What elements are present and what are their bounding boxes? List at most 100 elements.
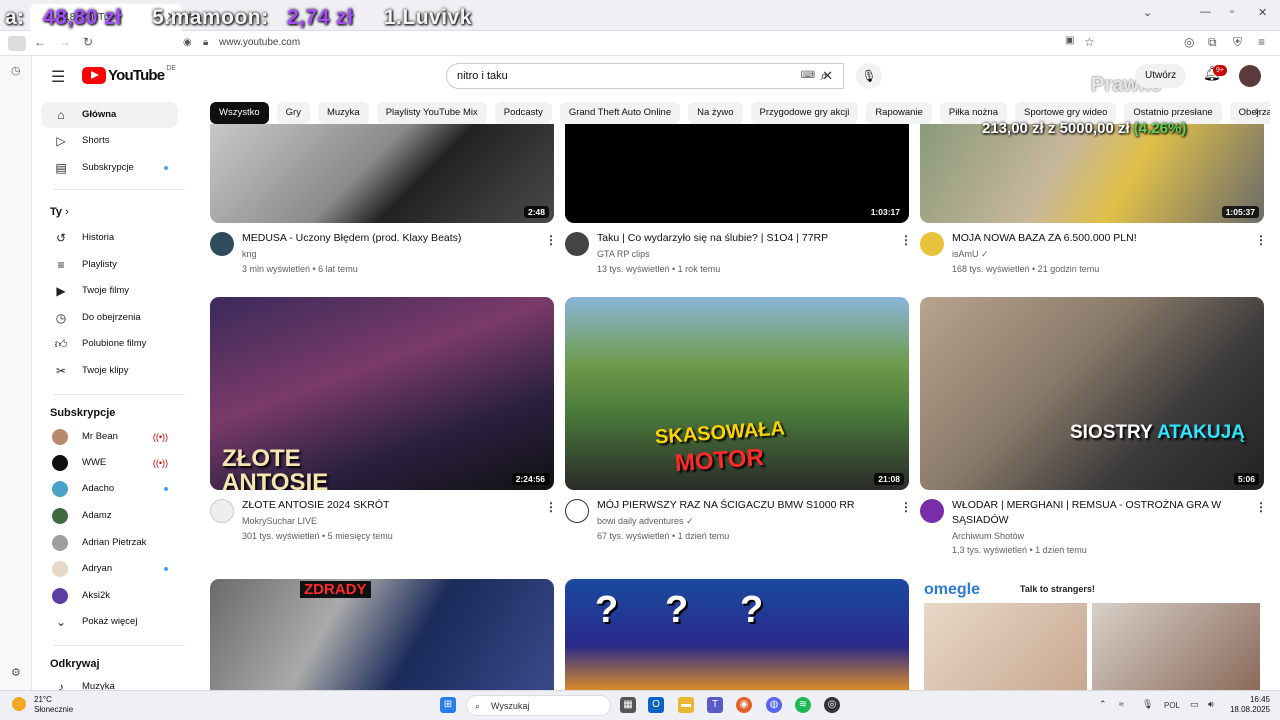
chip-watched[interactable]: Obejrzane [1229, 102, 1270, 124]
channel-name[interactable]: GTA RP clips [597, 249, 650, 259]
channel-avatar[interactable] [210, 499, 234, 523]
volume-icon[interactable]: 🔊︎ [1208, 699, 1214, 710]
more-options-icon[interactable]: ⋮ [900, 233, 912, 247]
shield-icon[interactable]: ◉ [183, 37, 192, 48]
channel-avatar[interactable] [920, 232, 944, 256]
sidebar-sub-adamz[interactable]: Adamz [41, 503, 178, 529]
chip-podcasts[interactable]: Podcasty [494, 102, 552, 124]
video-thumbnail[interactable]: SIOSTRY ATAKUJĄ 5:06 [920, 297, 1264, 490]
maximize-icon[interactable]: ▫ [1230, 6, 1234, 18]
sidebar-item-clips[interactable]: ✂ Twoje klipy [41, 358, 178, 384]
channel-name[interactable]: kng [242, 249, 257, 259]
sidebar-sub-mr-bean[interactable]: Mr Bean ((•)) [41, 424, 178, 450]
sidebar-item-home[interactable]: ⌂ Główna [41, 102, 178, 128]
channel-name[interactable]: bowi daily adventures ✓ [597, 516, 694, 527]
video-title[interactable]: WŁODAR | MERGHANI | REMSUA - OSTROŻNA GR… [952, 498, 1242, 528]
obs-icon[interactable]: ◎ [824, 697, 840, 713]
sidebar-item-your-videos[interactable]: ▶ Twoje filmy [41, 278, 178, 304]
chip-gta[interactable]: Grand Theft Auto Online [559, 102, 681, 124]
video-title[interactable]: Taku | Co wydarzyło się na ślubie? | S1O… [597, 231, 887, 246]
network-icon[interactable]: ≈ [1119, 699, 1124, 709]
address-bar[interactable]: www.youtube.com [219, 37, 300, 48]
more-options-icon[interactable]: ⋮ [1255, 233, 1267, 247]
discord-icon[interactable]: ◍ [766, 697, 782, 713]
channel-avatar[interactable] [210, 232, 234, 256]
video-thumbnail[interactable]: 1:03:17 [565, 124, 909, 223]
sidebar-sub-adrian-pietrzak[interactable]: Adrian Pietrzak [41, 530, 178, 556]
more-options-icon[interactable]: ⋮ [545, 500, 557, 514]
video-thumbnail[interactable]: ? ? ? [565, 579, 909, 690]
channel-avatar[interactable] [565, 499, 589, 523]
chip-games[interactable]: Gry [276, 102, 310, 124]
search-button[interactable]: ⌕ [806, 63, 842, 89]
sidebar-sub-wwe[interactable]: WWE ((•)) [41, 450, 178, 476]
sidebar-item-playlists[interactable]: ≡ Playlisty [41, 252, 178, 278]
channel-avatar[interactable] [920, 499, 944, 523]
search-input[interactable]: nitro i taku ⌨ ✕ [446, 63, 844, 89]
channel-avatar[interactable] [565, 232, 589, 256]
more-options-icon[interactable]: ⋮ [545, 233, 557, 247]
firefox-icon[interactable]: ◉ [736, 697, 752, 713]
sidebar-item-subscriptions[interactable]: ▤ Subskrypcje [41, 155, 178, 181]
clock-history-icon[interactable]: ◷ [11, 64, 21, 77]
sidebar-item-music[interactable]: ♪ Muzyka [41, 674, 178, 690]
video-thumbnail[interactable]: 1:05:37 [920, 124, 1264, 223]
video-thumbnail[interactable]: ZŁOTE ANTOSIE 2:24:56 [210, 297, 554, 490]
picture-icon[interactable]: ▣ [1065, 35, 1074, 46]
voice-search-button[interactable]: 🎙︎ [856, 63, 882, 89]
ublock-icon[interactable]: ⛨ [1233, 35, 1242, 50]
file-explorer-icon[interactable]: ▬ [678, 697, 694, 713]
tray-chevron-icon[interactable]: ⌃ [1099, 699, 1107, 710]
video-title[interactable]: ZŁOTE ANTOSIE 2024 SKRÓT [242, 498, 532, 513]
sidebar-item-watch-later[interactable]: ◷ Do obejrzenia [41, 305, 178, 331]
channel-name[interactable]: isAmU ✓ [952, 249, 989, 260]
sidebar-toggle-icon[interactable] [8, 36, 26, 51]
reload-icon[interactable]: ↻ [83, 35, 93, 49]
chip-music[interactable]: Muzyka [317, 102, 369, 124]
chip-action-adventure[interactable]: Przygodowe gry akcji [750, 102, 859, 124]
forward-icon[interactable]: → [59, 35, 71, 49]
microphone-icon[interactable]: 🎙︎ [1142, 699, 1153, 710]
you-section-header[interactable]: Ty › [50, 206, 69, 218]
video-thumbnail[interactable]: 2:48 [210, 124, 554, 223]
spotify-icon[interactable]: ≋ [795, 697, 811, 713]
bookmark-star-icon[interactable]: ☆ [1084, 35, 1095, 49]
weather-widget[interactable]: 21°C Słonecznie [12, 695, 73, 715]
chip-all[interactable]: Wszystko [210, 102, 269, 124]
display-icon[interactable]: ▭ [1190, 699, 1199, 710]
back-icon[interactable]: ← [34, 35, 46, 49]
chips-next-icon[interactable]: › [1255, 104, 1259, 118]
more-options-icon[interactable]: ⋮ [1255, 500, 1267, 514]
taskbar-clock[interactable]: 16:45 18.08.2025 [1228, 695, 1270, 715]
more-options-icon[interactable]: ⋮ [900, 500, 912, 514]
settings-icon[interactable]: ⚙ [11, 666, 21, 679]
sidebar-show-more[interactable]: ⌄ Pokaż więcej [41, 609, 178, 635]
video-thumbnail[interactable]: ZDRADY [210, 579, 554, 690]
video-title[interactable]: MÓJ PIERWSZY RAZ NA ŚCIGACZU BMW S1000 R… [597, 498, 887, 513]
browser-menu-icon[interactable]: ≡ [1258, 35, 1265, 49]
video-title[interactable]: MEDUSA - Uczony Błędem (prod. Klaxy Beat… [242, 231, 532, 246]
taskbar-search-input[interactable]: ⌕ Wyszukaj [466, 695, 611, 716]
video-thumbnail[interactable]: omegle Talk to strangers! [920, 579, 1264, 690]
start-menu-icon[interactable]: ⊞ [440, 697, 456, 713]
youtube-logo[interactable]: YouTube DE [82, 65, 176, 84]
chip-live[interactable]: Na żywo [688, 102, 743, 124]
sidebar-sub-aksi2k[interactable]: Aksi2k [41, 583, 178, 609]
channel-name[interactable]: Archiwum Shotów [952, 531, 1024, 541]
sidebar-sub-adryan[interactable]: Adryan [41, 556, 178, 582]
extensions-icon[interactable]: ⧉ [1208, 35, 1217, 50]
teams-icon[interactable]: T [707, 697, 723, 713]
close-window-icon[interactable]: ✕ [1258, 6, 1267, 19]
sidebar-item-history[interactable]: ↺ Historia [41, 225, 178, 251]
language-indicator[interactable]: POL [1164, 701, 1180, 710]
task-view-icon[interactable]: ▦ [620, 697, 636, 713]
minimize-icon[interactable]: — [1200, 6, 1211, 18]
chip-rap[interactable]: Rapowanie [866, 102, 932, 124]
outlook-icon[interactable]: O [648, 697, 664, 713]
avatar[interactable] [1239, 65, 1261, 87]
sidebar-item-liked[interactable]: 👍︎ Polubione filmy [41, 331, 178, 357]
create-button[interactable]: Utwórz [1135, 64, 1187, 88]
sidebar-sub-adacho[interactable]: Adacho [41, 476, 178, 502]
sidebar-item-shorts[interactable]: ▷ Shorts [41, 128, 178, 154]
hamburger-menu-icon[interactable]: ☰ [51, 67, 65, 87]
